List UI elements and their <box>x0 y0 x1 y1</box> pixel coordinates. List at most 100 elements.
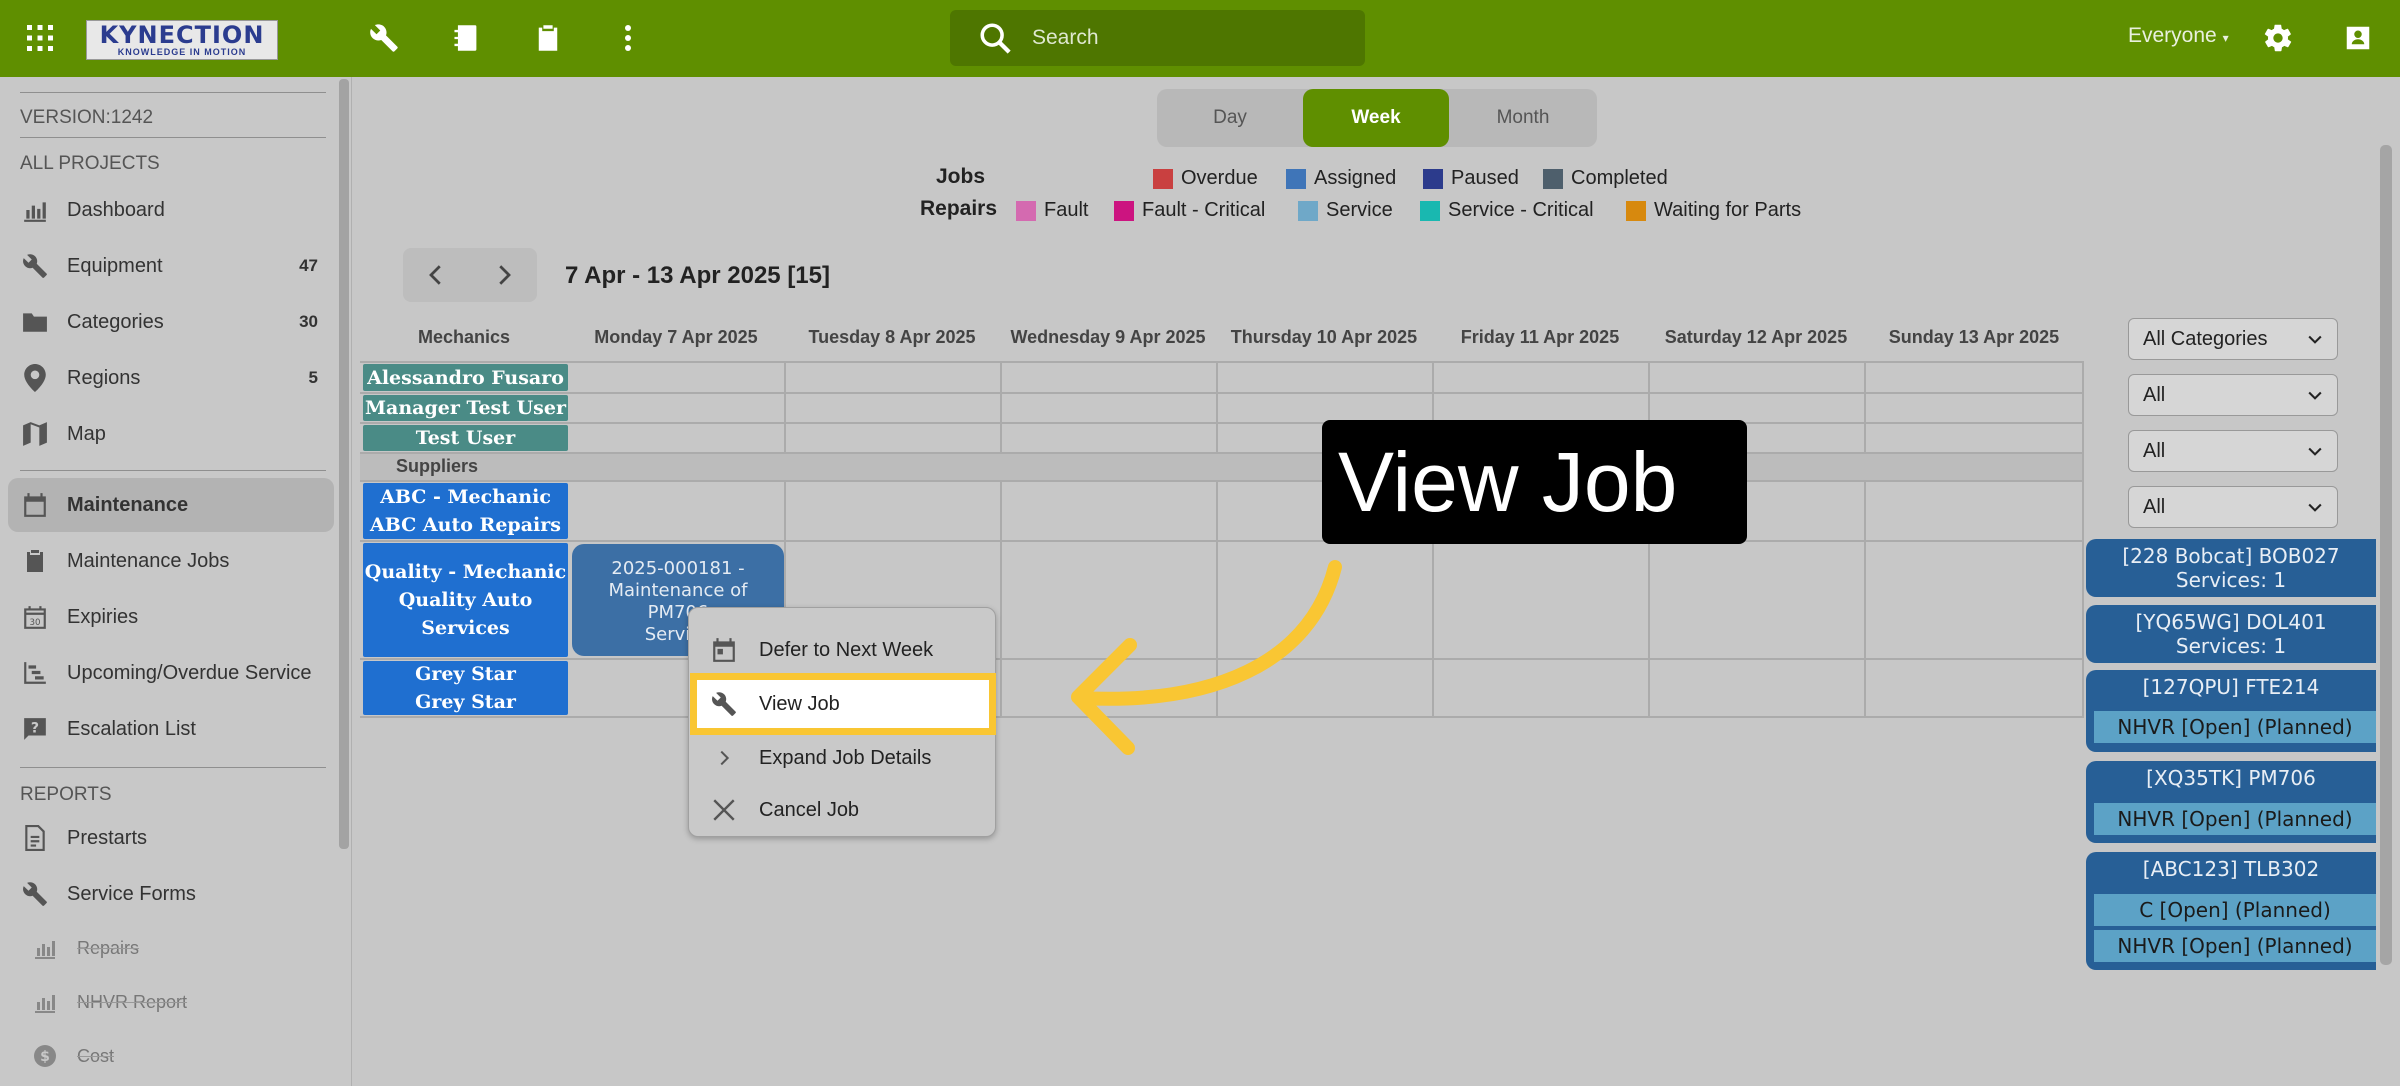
search-bar[interactable] <box>950 10 1365 66</box>
chevron-left-icon[interactable] <box>421 260 451 290</box>
tab-week[interactable]: Week <box>1303 89 1449 147</box>
logo-tagline: KNOWLEDGE IN MOTION <box>117 47 247 57</box>
search-input[interactable] <box>1032 26 1332 50</box>
clipboard-icon[interactable] <box>530 20 566 56</box>
grid-line <box>784 362 786 452</box>
svg-text:?: ? <box>31 720 39 736</box>
chevron-right-icon[interactable] <box>489 260 519 290</box>
sidebar-item-dashboard[interactable]: Dashboard <box>8 183 334 237</box>
tab-month[interactable]: Month <box>1449 89 1597 147</box>
menu-item-label: Cancel Job <box>759 798 860 821</box>
column-header-day: Tuesday 8 Apr 2025 <box>808 326 976 347</box>
legend-item: Overdue <box>1153 167 1258 190</box>
sidebar-item-prestarts[interactable]: Prestarts <box>8 811 334 865</box>
sidebar-scrollbar[interactable] <box>339 79 349 849</box>
filter-select[interactable]: All <box>2128 374 2338 416</box>
clipboard-icon <box>20 546 50 576</box>
sidebar-item-maintenance[interactable]: Maintenance <box>8 478 334 532</box>
filter-select[interactable]: All <box>2128 486 2338 528</box>
wrench-icon[interactable] <box>366 20 402 56</box>
sidebar-item-label: Regions <box>67 366 141 389</box>
card-service-row[interactable]: NHVR [Open] (Planned) <box>2094 930 2376 962</box>
sidebar-item-label: Equipment <box>67 254 163 277</box>
sidebar-item-map[interactable]: Map <box>8 407 334 461</box>
week-navigation <box>403 248 537 302</box>
sidebar-item-equipment[interactable]: Equipment 47 <box>8 239 334 293</box>
legend-swatch <box>1286 168 1306 189</box>
legend-jobs-title: Jobs <box>936 165 986 188</box>
legend-item: Service <box>1298 199 1393 222</box>
legend-label: Waiting for Parts <box>1654 199 1802 221</box>
legend-item: Fault <box>1016 199 1088 222</box>
unassigned-job-card[interactable]: [228 Bobcat] BOB027 Services: 1 <box>2086 539 2376 597</box>
sidebar-item-upcoming-overdue-service[interactable]: Upcoming/Overdue Service <box>8 646 334 700</box>
user-filter-label: Everyone <box>2128 24 2217 47</box>
week-range-label: 7 Apr - 13 Apr 2025 [15] <box>565 262 830 289</box>
sidebar-item-expiries[interactable]: 30 Expiries <box>8 590 334 644</box>
curved-arrow-icon <box>1071 560 1342 755</box>
account-box-icon[interactable] <box>2340 20 2376 56</box>
supplier-row-label[interactable]: ABC - Mechanic ABC Auto Repairs <box>363 483 568 539</box>
menu-item-defer-to-next-week[interactable]: Defer to Next Week <box>697 626 989 674</box>
suppliers-band <box>360 452 2084 480</box>
sidebar-item-nhvr-report[interactable]: NHVR Report <box>8 975 334 1029</box>
mechanic-row-label[interactable]: Manager Test User <box>363 395 568 421</box>
grid-line <box>360 392 2084 394</box>
sidebar-item-escalation-list[interactable]: ? Escalation List <box>8 702 334 756</box>
gear-icon[interactable] <box>2260 20 2296 56</box>
mechanic-row-label[interactable]: Test User <box>363 425 568 451</box>
supplier-line: Quality - Mechanic <box>364 561 567 583</box>
item-count: 47 <box>299 256 318 275</box>
legend-label: Fault - Critical <box>1142 199 1266 221</box>
callout-text: View Job <box>1338 434 1678 529</box>
category-filter-select[interactable]: All Categories <box>2128 318 2338 360</box>
section-reports: REPORTS <box>20 784 112 805</box>
sidebar-item-categories[interactable]: Categories 30 <box>8 295 334 349</box>
select-value: All Categories <box>2143 327 2268 350</box>
sidebar-item-label: Categories <box>67 310 164 333</box>
supplier-row-label[interactable]: Grey Star Grey Star <box>363 661 568 715</box>
top-bar: KYNECTION KNOWLEDGE IN MOTION Everyone ▾ <box>0 0 2400 77</box>
legend-label: Service - Critical <box>1448 199 1594 221</box>
wrench-icon <box>20 879 50 909</box>
column-header-mechanics: Mechanics <box>417 326 511 347</box>
divider <box>20 470 326 471</box>
card-service-row[interactable]: NHVR [Open] (Planned) <box>2094 803 2376 835</box>
tab-day[interactable]: Day <box>1157 89 1303 147</box>
menu-item-view-job[interactable]: View Job <box>690 673 996 735</box>
mechanic-row-label[interactable]: Alessandro Fusaro <box>363 364 568 391</box>
unassigned-job-card[interactable]: [YQ65WG] DOL401 Services: 1 <box>2086 605 2376 663</box>
more-vertical-icon[interactable] <box>610 20 646 56</box>
legend-label: Fault <box>1044 199 1089 221</box>
user-filter-dropdown[interactable]: Everyone ▾ <box>2128 24 2229 48</box>
menu-item-expand-job-details[interactable]: Expand Job Details <box>697 734 989 782</box>
sidebar-item-service-forms[interactable]: Service Forms <box>8 867 334 921</box>
chevron-down-icon <box>2308 335 2322 344</box>
suppliers-label: Suppliers <box>396 456 479 476</box>
card-service-row[interactable]: C [Open] (Planned) <box>2094 894 2376 926</box>
right-panel-scrollbar[interactable] <box>2380 145 2392 965</box>
legend-swatch <box>1298 200 1318 221</box>
supplier-row-label[interactable]: Quality - Mechanic Quality Auto Services <box>363 543 568 657</box>
sidebar-item-regions[interactable]: Regions 5 <box>8 351 334 405</box>
sidebar-item-repairs[interactable]: Repairs <box>8 921 334 975</box>
sidebar-item-label: Service Forms <box>67 882 196 905</box>
sidebar-item-label: Map <box>67 422 106 445</box>
logo-brand: KYNECTION <box>99 21 265 49</box>
card-subtitle: Services: 1 <box>2175 634 2287 658</box>
sidebar-item-cost[interactable]: $ Cost <box>8 1029 334 1083</box>
filter-select[interactable]: All <box>2128 430 2338 472</box>
sidebar-item-maintenance-jobs[interactable]: Maintenance Jobs <box>8 534 334 588</box>
notebook-icon[interactable] <box>448 20 484 56</box>
kynection-logo[interactable]: KYNECTION KNOWLEDGE IN MOTION <box>86 20 278 60</box>
card-service-row[interactable]: NHVR [Open] (Planned) <box>2094 711 2376 743</box>
item-count: 30 <box>299 312 318 331</box>
legend-swatch <box>1016 200 1036 221</box>
menu-item-cancel-job[interactable]: Cancel Job <box>697 786 989 834</box>
apps-grid-icon[interactable] <box>22 20 58 56</box>
column-header-day: Monday 7 Apr 2025 <box>594 326 758 347</box>
search-icon <box>980 23 1011 54</box>
card-title: [YQ65WG] DOL401 <box>2135 610 2327 634</box>
timeline-icon <box>20 658 50 688</box>
legend-swatch <box>1420 200 1440 221</box>
